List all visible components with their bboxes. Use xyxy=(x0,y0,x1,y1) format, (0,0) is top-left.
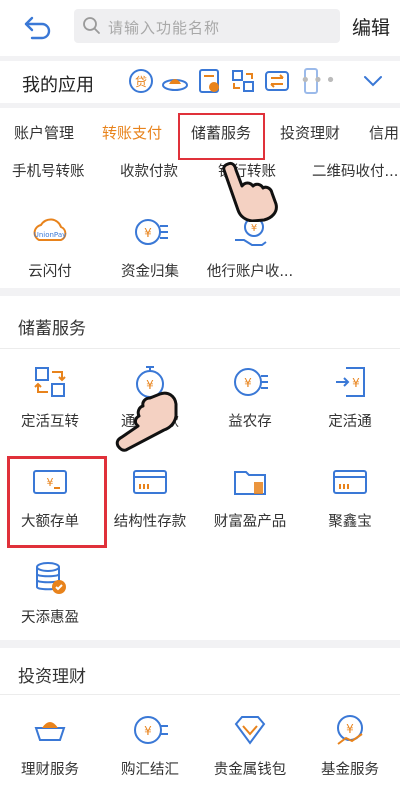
invest-item-metal[interactable]: 贵金属钱包 xyxy=(200,710,300,779)
svg-text:贷: 贷 xyxy=(135,75,147,89)
fund-label: 基金服务 xyxy=(321,762,379,778)
savings-title: 储蓄服务 xyxy=(18,319,86,339)
fund-collect-label: 资金归集 xyxy=(121,264,179,280)
cloud-pay-icon: UnionPay xyxy=(33,218,67,241)
pointing-hand-icon xyxy=(115,391,178,452)
swap-icon xyxy=(34,367,66,397)
my-apps-bar: 我的应用 贷 ••• xyxy=(0,61,400,103)
svg-text:¥: ¥ xyxy=(346,722,354,736)
top-bar: 请输入功能名称 编辑 xyxy=(0,0,400,56)
metal-label: 贵金属钱包 xyxy=(213,762,287,778)
pointing-hand-icon xyxy=(222,161,278,222)
fund-collect-item[interactable]: ¥ 资金归集 xyxy=(100,212,200,281)
calculator-icon[interactable] xyxy=(194,66,224,96)
fund-collect-icon: ¥ xyxy=(135,219,168,245)
swap-label: 定活互转 xyxy=(21,414,79,430)
qr-pay-item[interactable]: 二维码收付... xyxy=(312,160,398,181)
wealth-label: 财富盈产品 xyxy=(213,514,287,530)
tiantian-label: 天添惠盈 xyxy=(21,610,79,626)
exchange-icon[interactable] xyxy=(228,66,258,96)
tab-highlight-box xyxy=(178,113,265,160)
savings-item-tiantian[interactable]: 天添惠盈 xyxy=(0,558,100,627)
import-yuan-icon: ¥ xyxy=(336,367,365,397)
search-placeholder: 请输入功能名称 xyxy=(108,19,221,37)
tab-investment[interactable]: 投资理财 xyxy=(280,122,340,143)
more-dots: ••• xyxy=(300,70,338,91)
fx-label: 购汇结汇 xyxy=(121,762,179,778)
cloud-pay-label: 云闪付 xyxy=(28,264,72,280)
edit-button[interactable]: 编辑 xyxy=(352,13,390,40)
gold-ingot-icon[interactable] xyxy=(160,66,190,96)
db-coin-icon xyxy=(36,562,66,594)
search-icon xyxy=(83,17,100,34)
receive-pay-item[interactable]: 收款付款 xyxy=(120,160,178,181)
svg-text:¥: ¥ xyxy=(244,376,252,390)
back-arrow-icon[interactable] xyxy=(22,12,52,42)
loan-icon[interactable]: 贷 xyxy=(126,66,156,96)
folder-icon xyxy=(234,471,266,495)
my-apps-title: 我的应用 xyxy=(22,75,94,96)
invest-item-fund[interactable]: ¥ 基金服务 xyxy=(300,710,400,779)
ingot-icon xyxy=(34,722,66,741)
tab-credit[interactable]: 信用 xyxy=(369,122,399,143)
transfer-icon[interactable] xyxy=(262,66,292,96)
savings-item-juxinbao[interactable]: 聚鑫宝 xyxy=(300,462,400,531)
card2-icon xyxy=(333,470,367,494)
diamond-icon xyxy=(234,716,266,745)
phone-transfer-item[interactable]: 手机号转账 xyxy=(12,160,85,181)
invest-item-fx[interactable]: ¥ 购汇结汇 xyxy=(100,710,200,779)
svg-text:¥: ¥ xyxy=(352,376,360,390)
svg-text:¥: ¥ xyxy=(144,724,152,738)
yinongcun-label: 益农存 xyxy=(228,414,272,430)
currency-icon: ¥ xyxy=(134,716,168,744)
large-cd-highlight-box xyxy=(7,456,107,548)
chevron-down-icon[interactable] xyxy=(362,72,384,90)
investment-title: 投资理财 xyxy=(18,667,86,687)
juxinbao-label: 聚鑫宝 xyxy=(328,514,372,530)
category-panel: 账户管理 转账支付 储蓄服务 投资理财 信用 手机号转账 收款付款 银行转账 二… xyxy=(0,108,400,288)
investment-section: 投资理财 理财服务 ¥ 购汇结汇 贵金属钱包 ¥ 基金服务 xyxy=(0,648,400,796)
card-icon xyxy=(133,470,167,494)
structured-label: 结构性存款 xyxy=(113,514,187,530)
coin-yuan-icon: ¥ xyxy=(234,368,268,396)
divider xyxy=(0,348,400,349)
other-bank-label: 他行账户收... xyxy=(206,264,294,280)
fund-icon: ¥ xyxy=(337,715,363,745)
svg-text:UnionPay: UnionPay xyxy=(34,231,67,239)
search-input[interactable]: 请输入功能名称 xyxy=(74,9,340,43)
savings-item-structured[interactable]: 结构性存款 xyxy=(100,462,200,531)
savings-item-wealth[interactable]: 财富盈产品 xyxy=(200,462,300,531)
savings-item-swap[interactable]: 定活互转 xyxy=(0,362,100,431)
savings-item-yinongcun[interactable]: ¥ 益农存 xyxy=(200,362,300,431)
divider xyxy=(0,694,400,695)
cloud-pay-item[interactable]: UnionPay 云闪付 xyxy=(0,212,100,281)
other-bank-item[interactable]: ¥ 他行账户收... xyxy=(200,212,300,281)
svg-text:¥: ¥ xyxy=(144,226,152,240)
tab-transfer[interactable]: 转账支付 xyxy=(102,122,162,143)
wealth-service-label: 理财服务 xyxy=(21,762,79,778)
savings-item-dinghuotong[interactable]: ¥ 定活通 xyxy=(300,362,400,431)
svg-text:¥: ¥ xyxy=(251,223,257,234)
invest-item-wealth-service[interactable]: 理财服务 xyxy=(0,710,100,779)
dinghuotong-label: 定活通 xyxy=(328,414,372,430)
tab-account[interactable]: 账户管理 xyxy=(14,122,74,143)
